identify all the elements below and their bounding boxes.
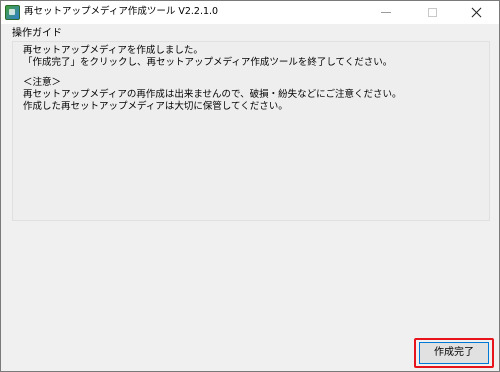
guide-line: 再セットアップメディアを作成しました。 [23, 45, 203, 56]
minimize-button[interactable] [363, 1, 409, 24]
maximize-icon [427, 8, 437, 17]
guide-line: 「作成完了」をクリックし、再セットアップメディア作成ツールを終了してください。 [23, 57, 393, 68]
guide-line: 作成した再セットアップメディアは大切に保管してください。 [23, 101, 288, 112]
title-bar[interactable]: 再セットアップメディア作成ツール V2.2.1.0 [1, 1, 499, 24]
app-icon [5, 5, 20, 20]
guide-heading: 操作ガイド [12, 28, 62, 39]
finish-button[interactable]: 作成完了 [419, 342, 489, 364]
guide-line: ＜注意＞ [23, 77, 62, 88]
guide-panel: 再セットアップメディアを作成しました。 「作成完了」をクリックし、再セットアップ… [12, 41, 490, 221]
guide-line: 再セットアップメディアの再作成は出来ませんので、破損・紛失などにご注意ください。 [23, 89, 402, 100]
close-icon [471, 7, 482, 18]
minimize-icon [381, 12, 391, 13]
close-button[interactable] [453, 1, 499, 24]
app-window: 再セットアップメディア作成ツール V2.2.1.0 操作ガイド 再セットアップメ… [0, 0, 500, 372]
maximize-button[interactable] [409, 1, 455, 24]
window-title: 再セットアップメディア作成ツール V2.2.1.0 [24, 6, 219, 17]
